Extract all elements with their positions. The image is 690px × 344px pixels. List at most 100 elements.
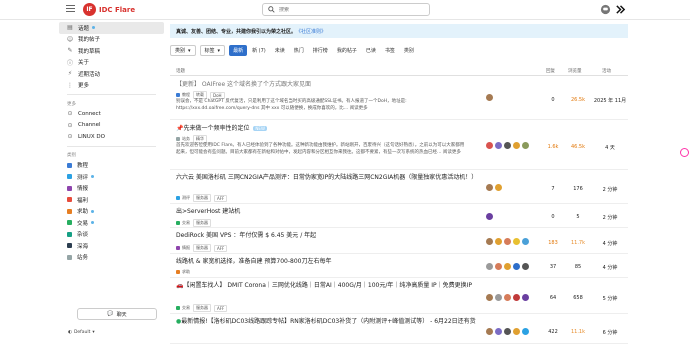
avatar[interactable] (495, 328, 502, 335)
table-row[interactable]: 📌先来做一个频率性的定位 NEW 站务 精华 首先欢迎各位使用IDC Flare… (170, 122, 628, 170)
section-header-categories[interactable]: 类别 (59, 151, 164, 160)
tab-categories[interactable]: 类别 (400, 45, 418, 56)
table-row[interactable]: 六六云 美国洛杉矶 三网CN2GIA产品测评：日常伪家宽IP的大陆线路三网CN2… (170, 172, 628, 204)
user-avatar[interactable] (615, 4, 626, 15)
avatar[interactable] (486, 263, 493, 270)
tag-chip[interactable]: 服务器 (193, 304, 211, 312)
avatar[interactable] (495, 142, 502, 149)
table-row[interactable]: 线路机 & 家宽机选择，准备自建 预算700-800刀左右每年 求助 37 85… (170, 256, 628, 278)
activity-time[interactable]: 6 分钟 (590, 329, 630, 336)
category-dropdown[interactable]: 类别 ▾ (170, 45, 196, 56)
avatar[interactable] (486, 94, 493, 101)
sidebar-item-topics[interactable]: ▤ 话题 (59, 22, 164, 34)
sidebar-item-connect[interactable]: ⊙ Connect (59, 108, 164, 120)
sidebar-item-drafts[interactable]: ✎ 我的草稿 (59, 45, 164, 57)
col-topic[interactable]: 话题 (176, 68, 185, 74)
avatar[interactable] (513, 328, 520, 335)
avatar[interactable] (486, 142, 493, 149)
avatar[interactable] (513, 142, 520, 149)
sidebar-category-chat[interactable]: 杂谈 (59, 229, 164, 241)
activity-time[interactable]: 5 分钟 (590, 295, 630, 302)
topic-title[interactable]: 🚗【闲置车找人】 DMIT Corona｜三网优化线路｜日常AI｜400G/月｜… (176, 282, 486, 290)
tag-chip[interactable]: AFF (214, 244, 228, 252)
topic-title[interactable]: 线路机 & 家宽机选择，准备自建 预算700-800刀左右每年 (176, 258, 331, 266)
chat-icon[interactable] (600, 4, 611, 15)
tab-leaderboard[interactable]: 排行榜 (309, 45, 332, 56)
avatar[interactable] (495, 238, 502, 245)
avatar[interactable] (504, 142, 511, 149)
tag-chip[interactable]: 服务器 (193, 244, 211, 252)
search-input[interactable] (279, 6, 419, 13)
col-views[interactable]: 浏览量 (568, 68, 582, 74)
topic-title[interactable]: 六六云 美国洛杉矶 三网CN2GIA产品测评：日常伪家宽IP的大陆线路三网CN2… (176, 174, 477, 182)
table-row[interactable]: 出>ServerHost 建站机 交易 服务器 0 5 2 分钟 (170, 206, 628, 228)
avatar[interactable] (522, 263, 529, 270)
tab-my-posts[interactable]: 我的帖子 (333, 45, 361, 56)
sidebar-category-intel[interactable]: 情报 (59, 183, 164, 195)
activity-time[interactable]: 2025 年 11月 (590, 97, 630, 104)
tag-chip[interactable]: 服务器 (193, 194, 211, 202)
sidebar-category-deepsea[interactable]: 深海 (59, 240, 164, 252)
avatar[interactable] (486, 238, 493, 245)
topic-title[interactable]: 📌先来做一个频率性的定位 NEW (176, 125, 267, 133)
section-header-external[interactable]: 更多 (59, 99, 164, 108)
activity-time[interactable]: 4 分钟 (590, 240, 630, 247)
avatar[interactable] (486, 294, 493, 301)
avatar[interactable] (513, 294, 520, 301)
tag-chip[interactable]: AFF (214, 194, 228, 202)
topic-title[interactable]: 出>ServerHost 建站机 (176, 208, 240, 216)
col-activity[interactable]: 活动 (602, 68, 611, 74)
sidebar-category-tutorial[interactable]: 教程 (59, 160, 164, 172)
avatar[interactable] (495, 263, 502, 270)
sidebar-item-linuxdo[interactable]: ⊙ LINUX DO (59, 131, 164, 143)
sidebar-item-about[interactable]: ⓘ 关于 (59, 57, 164, 69)
avatar[interactable] (504, 294, 511, 301)
site-logo[interactable]: IF IDC Flare (83, 3, 135, 16)
theme-selector[interactable]: ◐ Default ▾ (68, 330, 95, 335)
table-row[interactable]: DediRock 美国 VPS ：年付仅需 $ 6.45 美元 / 年起 情报 … (170, 230, 628, 254)
avatar[interactable] (495, 294, 502, 301)
avatar[interactable] (522, 328, 529, 335)
avatar[interactable] (522, 238, 529, 245)
topic-title[interactable]: ●最新情报!【洛杉矶DC03线路跟踪专帖】RN家洛杉矶DC03补货了（内附测评+… (176, 318, 486, 326)
sidebar-item-activity[interactable]: ⚡ 近期活动 (59, 68, 164, 80)
col-replies[interactable]: 回复 (546, 68, 555, 74)
hamburger-menu-icon[interactable] (66, 5, 75, 13)
avatar[interactable] (513, 263, 520, 270)
tag-dropdown[interactable]: 标签 ▾ (199, 45, 226, 56)
avatar[interactable] (486, 184, 493, 191)
table-row[interactable]: ●最新情报!【洛杉矶DC03线路跟踪专帖】RN家洛杉矶DC03补货了（内附测评+… (170, 316, 628, 344)
table-row[interactable]: 【更新】 OAIFree 这个域名换了个方式跟大家见面 教程 转载 DoH 别误… (170, 78, 628, 120)
avatar[interactable] (486, 213, 493, 220)
activity-time[interactable]: 2 分钟 (590, 186, 630, 193)
floating-assistant-icon[interactable] (680, 148, 689, 157)
search-box[interactable] (262, 3, 430, 16)
avatar[interactable] (504, 263, 511, 270)
tab-bookmarks[interactable]: 书签 (381, 45, 399, 56)
sidebar-item-channel[interactable]: ⊙ Channel (59, 120, 164, 132)
avatar[interactable] (495, 184, 502, 191)
sidebar-category-welfare[interactable]: 福利 (59, 194, 164, 206)
table-row[interactable]: 🚗【闲置车找人】 DMIT Corona｜三网优化线路｜日常AI｜400G/月｜… (170, 280, 628, 314)
sidebar-item-my-posts[interactable]: ☺ 我的帖子 (59, 34, 164, 46)
tab-new[interactable]: 新 (7) (248, 45, 270, 56)
chat-button[interactable]: 💬 聊天 (77, 308, 157, 320)
activity-time[interactable]: 2 分钟 (590, 214, 630, 221)
avatar[interactable] (522, 142, 529, 149)
sidebar-item-more[interactable]: ⋮ 更多 (59, 80, 164, 92)
avatar[interactable] (504, 238, 511, 245)
avatar[interactable] (522, 294, 529, 301)
avatar[interactable] (513, 238, 520, 245)
avatar[interactable] (486, 328, 493, 335)
tab-hot[interactable]: 热门 (290, 45, 308, 56)
sidebar-category-trade[interactable]: 交易 (59, 217, 164, 229)
sidebar-category-review[interactable]: 测评 (59, 171, 164, 183)
tag-chip[interactable]: AFF (214, 304, 228, 312)
topic-title[interactable]: 【更新】 OAIFree 这个域名换了个方式跟大家见面 (176, 81, 311, 89)
sidebar-category-help[interactable]: 求助 (59, 206, 164, 218)
tab-unread[interactable]: 未读 (271, 45, 289, 56)
activity-time[interactable]: 4 天 (590, 144, 630, 151)
avatar[interactable] (504, 328, 511, 335)
tab-read[interactable]: 已读 (362, 45, 380, 56)
topic-title[interactable]: DediRock 美国 VPS ：年付仅需 $ 6.45 美元 / 年起 (176, 232, 316, 240)
